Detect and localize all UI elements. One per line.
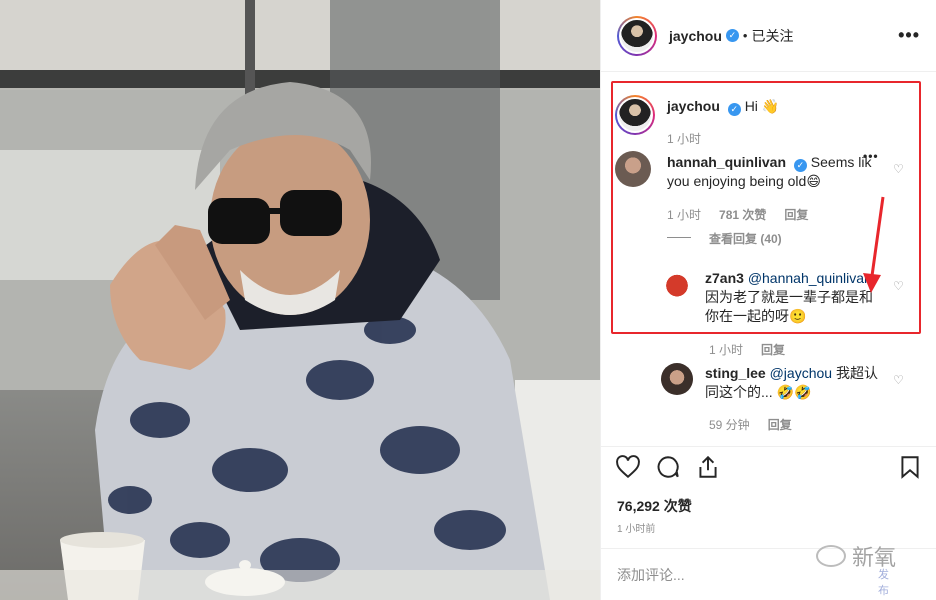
commenter-username[interactable]: sting_lee (705, 365, 766, 381)
author-avatar[interactable] (617, 15, 657, 56)
more-icon[interactable]: ••• (898, 25, 920, 46)
separator-dot: • (742, 28, 748, 43)
post-header: jaychou ✓ • 已关注 ••• (601, 0, 936, 72)
comment-mention[interactable]: @jaychou (770, 365, 832, 381)
bookmark-icon[interactable] (897, 454, 923, 480)
reply-meta: 1 小时 回复 (709, 341, 785, 358)
post-side-panel: jaychou ✓ • 已关注 ••• jaychou ✓ Hi 👋 1 小时 (600, 0, 936, 600)
reply-time[interactable]: 1 小时 (709, 341, 743, 358)
watermark-logo-icon (816, 545, 846, 567)
watermark: 新氧 发布 (816, 540, 896, 597)
verified-badge-icon: ✓ (725, 29, 739, 42)
comment-item: sting_lee @jaychou 我超认 同这个的... 🤣🤣 (661, 363, 878, 402)
follow-status-button[interactable]: 已关注 (751, 26, 793, 46)
post-time[interactable]: 1 小时前 (617, 520, 655, 535)
comment-icon[interactable] (655, 454, 681, 480)
post-photo (0, 0, 600, 600)
comment-time[interactable]: 59 分钟 (709, 416, 750, 433)
photo-illustration (0, 0, 600, 600)
comments-list[interactable]: jaychou ✓ Hi 👋 1 小时 hannah_quinlivan ✓ S… (601, 73, 936, 445)
like-count[interactable]: 76,292 次赞 (617, 496, 692, 516)
comment-text: 我超认 (832, 365, 878, 381)
comment-meta: 59 分钟 回复 (709, 416, 792, 433)
reply-button[interactable]: 回复 (768, 416, 792, 433)
watermark-sub: 发布 (878, 569, 889, 597)
comment-text-cont: 同这个的... 🤣🤣 (705, 384, 812, 400)
author-username[interactable]: jaychou (669, 28, 722, 44)
comment-like-icon[interactable]: ♡ (893, 373, 904, 387)
action-bar (601, 446, 936, 486)
heart-icon[interactable] (615, 454, 641, 480)
commenter-avatar[interactable] (661, 363, 693, 395)
reply-reply-button[interactable]: 回复 (761, 341, 785, 358)
red-arrow-annotation (863, 196, 885, 293)
share-icon[interactable] (695, 454, 721, 480)
